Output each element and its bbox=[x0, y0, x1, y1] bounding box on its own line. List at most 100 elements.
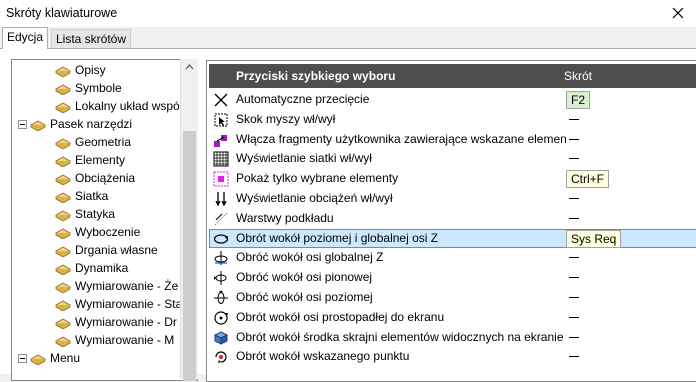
tree-item[interactable]: Wymiarowanie - M bbox=[55, 331, 174, 349]
shortcut-name: Obrót wokół osi prostopadłej do ekranu bbox=[236, 309, 445, 324]
shortcut-key[interactable]: Ctrl+F bbox=[566, 169, 609, 189]
tree-item-label: Wymiarowanie - Dr bbox=[75, 315, 177, 329]
folder-icon bbox=[55, 244, 71, 258]
no-shortcut-dash[interactable] bbox=[569, 158, 579, 160]
tree-item[interactable]: Wymiarowanie - Dr bbox=[55, 313, 177, 331]
shortcut-row[interactable]: Wyświetlanie obciążeń wł/wył bbox=[209, 189, 696, 208]
tree-item-label: Wymiarowanie - Sta bbox=[75, 297, 183, 311]
folder-icon bbox=[55, 64, 71, 78]
column-header-name: Przyciski szybkiego wyboru bbox=[236, 69, 396, 83]
tree-item[interactable]: Statyka bbox=[55, 205, 115, 223]
tree-item[interactable]: Elementy bbox=[55, 151, 125, 169]
folder-icon bbox=[30, 118, 46, 132]
shortcut-list: Przyciski szybkiego wyboru Skrót Automat… bbox=[206, 60, 696, 382]
window-title: Skróty klawiaturowe bbox=[6, 6, 118, 20]
shortcut-name: Obróć wokół osi globalnej Z bbox=[236, 250, 384, 265]
tree-item[interactable]: Siatka bbox=[55, 187, 108, 205]
no-shortcut-dash[interactable] bbox=[569, 118, 579, 120]
no-shortcut-dash[interactable] bbox=[569, 257, 579, 259]
shortcut-row[interactable]: Pokaż tylko wybrane elementy Ctrl+F bbox=[209, 169, 696, 189]
no-shortcut-dash[interactable] bbox=[569, 336, 579, 338]
tree-scrollbar[interactable] bbox=[180, 59, 198, 381]
tree-item-label: Pasek narzędzi bbox=[50, 117, 133, 131]
shortcut-row[interactable]: Obróć wokół osi poziomej bbox=[209, 288, 696, 307]
tree-item[interactable]: Geometria bbox=[55, 133, 131, 151]
folder-icon bbox=[55, 280, 71, 294]
no-shortcut-dash[interactable] bbox=[569, 198, 579, 199]
shortcut-name: Włącza fragmenty użytkownika zawierające… bbox=[236, 131, 566, 146]
tree-item[interactable]: Wymiarowanie - Sta bbox=[55, 295, 182, 313]
shortcut-row[interactable]: Obróć wokół osi globalnej Z bbox=[209, 248, 696, 267]
shortcut-row[interactable]: Obrót wokół wskazanego punktu bbox=[209, 347, 696, 366]
collapse-icon[interactable] bbox=[18, 353, 27, 363]
collapse-icon[interactable] bbox=[18, 119, 27, 129]
tree-item-label: Menu bbox=[50, 351, 81, 365]
rotate-center-icon bbox=[213, 330, 229, 346]
folder-icon bbox=[55, 208, 71, 222]
no-shortcut-dash[interactable] bbox=[569, 277, 579, 279]
no-shortcut-dash[interactable] bbox=[569, 138, 579, 140]
shortcut-row[interactable]: Włącza fragmenty użytkownika zawierające… bbox=[209, 130, 696, 149]
tree-item-label: Geometria bbox=[75, 135, 132, 149]
tree-item[interactable]: Lokalny układ współ bbox=[55, 97, 182, 115]
shortcut-row[interactable]: Obróć wokół osi pionowej bbox=[209, 268, 696, 287]
tree-item-label: Lokalny układ współ bbox=[75, 99, 183, 113]
scrollbar-thumb[interactable] bbox=[183, 131, 196, 381]
tree-item-label: Statyka bbox=[75, 207, 116, 221]
tree-item[interactable]: Wymiarowanie - Że bbox=[55, 277, 178, 295]
tree-item-label: Dynamika bbox=[75, 261, 129, 275]
shortcut-key-value: Sys Req bbox=[566, 229, 622, 248]
rotate-horizontal-z-icon bbox=[213, 231, 229, 247]
tree-item[interactable]: Pasek narzędzi bbox=[18, 115, 132, 133]
list-header: Przyciski szybkiego wyboru Skrót bbox=[209, 64, 696, 88]
grid-icon bbox=[213, 151, 229, 167]
show-selected-icon bbox=[213, 171, 229, 187]
scroll-up-icon[interactable] bbox=[181, 59, 198, 76]
tree-item-label: Wyboczenie bbox=[75, 225, 141, 239]
user-fragments-icon bbox=[213, 132, 229, 148]
tree-item[interactable]: Opisy bbox=[55, 61, 106, 79]
shortcut-row[interactable]: Obrót wokół środka skrajni elementów wid… bbox=[209, 328, 696, 347]
shortcut-key-value: F2 bbox=[566, 91, 591, 109]
folder-icon bbox=[55, 262, 71, 276]
layers-icon bbox=[213, 211, 229, 227]
tree-item[interactable]: Menu bbox=[18, 349, 80, 367]
tree-item[interactable]: Wyboczenie bbox=[55, 223, 140, 241]
tree-item-label: Elementy bbox=[75, 153, 126, 167]
tree-item-label: Wymiarowanie - M bbox=[75, 333, 175, 347]
shortcut-row[interactable]: Obrót wokół osi prostopadłej do ekranu bbox=[209, 308, 696, 327]
shortcut-row[interactable]: Warstwy podkładu bbox=[209, 209, 696, 228]
shortcut-key[interactable]: Sys Req bbox=[566, 229, 622, 249]
shortcut-name: Pokaż tylko wybrane elementy bbox=[236, 171, 399, 186]
no-shortcut-dash[interactable] bbox=[569, 297, 579, 298]
shortcut-name: Obróć wokół osi poziomej bbox=[236, 290, 373, 304]
folder-icon bbox=[55, 100, 71, 114]
folder-icon bbox=[55, 334, 71, 348]
shortcut-row[interactable]: Automatyczne przecięcie F2 bbox=[209, 90, 696, 109]
no-shortcut-dash[interactable] bbox=[569, 217, 579, 219]
tree-item[interactable]: Drgania własne bbox=[55, 241, 158, 259]
tree-item[interactable]: Obciążenia bbox=[55, 169, 135, 187]
no-shortcut-dash[interactable] bbox=[569, 356, 579, 358]
tab-lista-skrotow[interactable]: Lista skrótów bbox=[51, 29, 132, 48]
tab-bar: Edycja Lista skrótów bbox=[0, 27, 696, 49]
shortcut-row[interactable]: Skok myszy wł/wył bbox=[209, 110, 696, 129]
tree-item[interactable]: Symbole bbox=[55, 79, 122, 97]
tree-item[interactable]: Dynamika bbox=[55, 259, 128, 277]
rotate-screen-icon bbox=[213, 310, 229, 326]
shortcut-name: Skok myszy wł/wył bbox=[236, 111, 336, 126]
category-tree[interactable]: Opisy Symbole Lokalny układ współ Pasek nar… bbox=[11, 59, 198, 381]
shortcut-name: Obróć wokół osi pionowej bbox=[236, 270, 373, 285]
tree-item-label: Siatka bbox=[75, 189, 109, 203]
tab-edycja[interactable]: Edycja bbox=[2, 27, 49, 49]
no-shortcut-dash[interactable] bbox=[569, 316, 579, 318]
shortcut-row[interactable]: Wyświetlanie siatki wł/wył bbox=[209, 149, 696, 168]
shortcut-key-value: Ctrl+F bbox=[566, 170, 609, 189]
tree-item-label: Obciążenia bbox=[75, 171, 136, 185]
rotate-point-icon bbox=[213, 349, 229, 365]
shortcut-key[interactable]: F2 bbox=[566, 90, 591, 110]
rotate-horizontal-icon bbox=[213, 290, 229, 306]
close-icon[interactable] bbox=[666, 2, 690, 24]
shortcut-row[interactable]: Obrót wokół poziomej i globalnej osi Z Sy… bbox=[209, 228, 696, 249]
folder-icon bbox=[55, 136, 71, 150]
